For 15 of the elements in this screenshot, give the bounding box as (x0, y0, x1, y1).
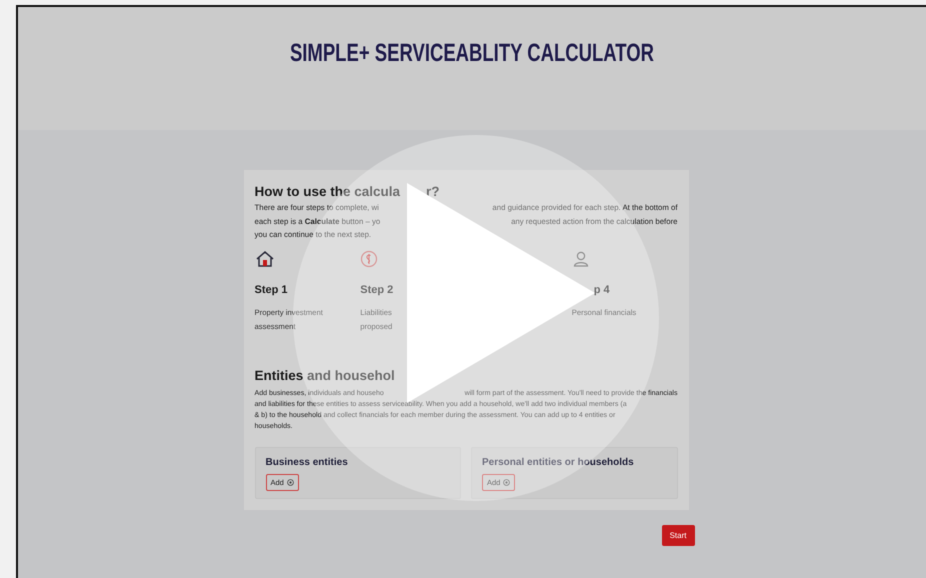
add-circle-icon (286, 478, 294, 486)
panel-title: Personal entities or households (482, 456, 634, 468)
house-icon (254, 250, 274, 268)
section-heading: Entities and househol (254, 368, 396, 382)
panel-title: Business entities (266, 456, 348, 468)
step-label: Step 1 (254, 284, 288, 296)
section-heading: How to use the calcula (254, 184, 400, 199)
step-label: p 4 (594, 284, 610, 296)
dollar-circle-icon (360, 250, 378, 268)
step-label: Step 2 (360, 284, 394, 296)
person-icon (572, 250, 590, 268)
start-button[interactable]: Start (662, 524, 694, 546)
section-heading: r? (426, 184, 440, 199)
page-title: SIMPLE+ SERVICEABLITY CALCULATOR (290, 39, 654, 69)
add-circle-icon (503, 478, 510, 486)
